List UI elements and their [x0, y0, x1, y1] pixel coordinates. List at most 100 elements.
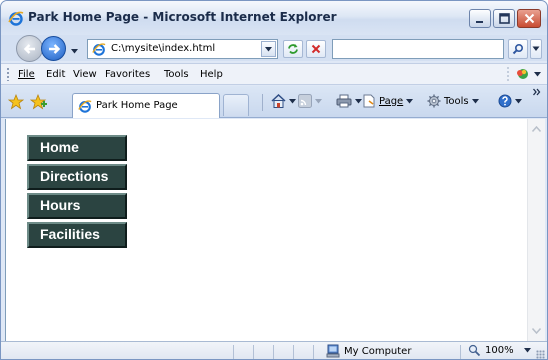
- menu-file[interactable]: File: [18, 69, 35, 80]
- gear-icon: [427, 94, 441, 108]
- tools-menu-button[interactable]: Tools: [427, 94, 479, 108]
- toolbar-overflow-button[interactable]: [533, 88, 541, 96]
- menu-favorites-label: Favorites: [105, 69, 151, 80]
- status-divider: [460, 345, 461, 359]
- tools-menu-label: Tools: [444, 95, 469, 107]
- scroll-up-button[interactable]: [529, 121, 544, 137]
- tab-label: Park Home Page: [96, 100, 178, 111]
- toolbar-divider: [262, 94, 263, 111]
- menu-tools-label: Tools: [164, 69, 189, 80]
- menu-edit-label: Edit: [46, 69, 66, 80]
- nav-directions-button[interactable]: Directions: [27, 164, 127, 190]
- rss-feed-icon: [298, 94, 312, 108]
- forward-arrow-icon: [48, 43, 60, 54]
- recent-pages-dropdown[interactable]: [71, 44, 78, 57]
- help-menu-button[interactable]: [498, 94, 522, 108]
- refresh-button[interactable]: [283, 40, 303, 58]
- title-bar[interactable]: Park Home Page - Microsoft Internet Expl…: [1, 1, 547, 35]
- new-tab-button[interactable]: [223, 94, 249, 116]
- status-divider: [273, 345, 274, 359]
- status-divider: [233, 345, 234, 359]
- window-title: Park Home Page - Microsoft Internet Expl…: [28, 10, 337, 24]
- toolbar-options[interactable]: [507, 67, 541, 81]
- status-divider: [293, 345, 294, 359]
- tab-bar: Park Home Page Page Tools: [1, 86, 547, 118]
- menu-favorites[interactable]: Favorites: [105, 69, 150, 80]
- toolbar-customize-icon: [517, 69, 528, 79]
- minimize-icon: [476, 20, 483, 23]
- search-input[interactable]: [332, 39, 504, 59]
- menu-edit[interactable]: Edit: [46, 69, 65, 80]
- print-button[interactable]: [336, 94, 362, 108]
- feeds-button[interactable]: [298, 94, 322, 108]
- address-toolbar: C:\mysite\index.html: [1, 35, 547, 62]
- chevron-down-icon: [515, 98, 522, 103]
- toolbar-grip-icon[interactable]: [7, 68, 9, 81]
- stop-icon: [311, 44, 321, 54]
- page-icon: [78, 99, 92, 116]
- zoom-level: 100%: [485, 345, 514, 356]
- vertical-scrollbar[interactable]: [527, 119, 545, 341]
- favorites-center-button[interactable]: [7, 93, 25, 113]
- maximize-icon: [498, 13, 510, 24]
- chevron-down-icon: [355, 98, 362, 103]
- resize-grip[interactable]: [536, 350, 545, 359]
- nav-facilities-button[interactable]: Facilities: [27, 222, 127, 248]
- search-options-dropdown[interactable]: [530, 39, 542, 59]
- menu-help[interactable]: Help: [200, 69, 223, 80]
- forward-button[interactable]: [41, 36, 66, 61]
- close-icon: [524, 13, 534, 24]
- chevron-down-icon: [523, 348, 531, 353]
- chevron-down-icon: [471, 98, 479, 103]
- home-icon: [271, 94, 286, 108]
- menu-file-label: File: [18, 69, 35, 80]
- status-divider: [313, 345, 314, 359]
- chevron-down-icon: [289, 98, 296, 103]
- add-favorite-icon: [29, 93, 47, 110]
- favorites-star-icon: [7, 93, 25, 110]
- menu-tools[interactable]: Tools: [164, 69, 189, 80]
- address-dropdown[interactable]: [261, 41, 276, 57]
- page-menu-button[interactable]: Page: [363, 94, 414, 108]
- menu-bar: File Edit View Favorites Tools Help: [1, 63, 547, 85]
- home-button[interactable]: [271, 94, 296, 108]
- page-menu-label: Page: [379, 95, 404, 107]
- status-divider: [253, 345, 254, 359]
- stop-button[interactable]: [306, 40, 326, 58]
- status-bar: My Computer 100%: [1, 341, 547, 359]
- page-icon: [363, 94, 375, 108]
- chevron-down-icon: [534, 71, 541, 76]
- help-icon: [498, 94, 512, 108]
- chevron-up-icon: [532, 126, 541, 132]
- back-arrow-icon: [23, 43, 35, 54]
- computer-icon: [326, 344, 340, 358]
- menu-view[interactable]: View: [73, 69, 97, 80]
- ie-logo-icon: [8, 10, 24, 26]
- maximize-button[interactable]: [493, 9, 515, 28]
- back-button[interactable]: [16, 35, 43, 62]
- zoom-control[interactable]: 100%: [468, 344, 531, 357]
- zoom-icon: [468, 344, 481, 357]
- search-icon: [512, 43, 524, 55]
- tab-park-home-page[interactable]: Park Home Page: [72, 93, 220, 118]
- add-favorite-button[interactable]: [29, 93, 48, 113]
- close-button[interactable]: [517, 9, 541, 28]
- search-button[interactable]: [508, 39, 528, 59]
- chevron-down-icon: [315, 98, 322, 103]
- nav-home-button[interactable]: Home: [27, 135, 127, 161]
- minimize-button[interactable]: [469, 9, 491, 28]
- address-input[interactable]: C:\mysite\index.html: [87, 39, 278, 59]
- site-navigation: Home Directions Hours Facilities: [27, 135, 127, 251]
- security-zone[interactable]: My Computer: [326, 344, 411, 358]
- address-url: C:\mysite\index.html: [111, 43, 216, 54]
- menu-help-label: Help: [200, 69, 223, 80]
- scroll-down-button[interactable]: [529, 323, 544, 339]
- chevron-down-icon: [71, 49, 78, 54]
- chevron-double-right-icon: [533, 88, 541, 96]
- menu-view-label: View: [73, 69, 97, 80]
- nav-hours-button[interactable]: Hours: [27, 193, 127, 219]
- chevron-down-icon: [406, 98, 414, 103]
- browser-window: Park Home Page - Microsoft Internet Expl…: [0, 0, 548, 360]
- page-content: Home Directions Hours Facilities: [5, 119, 527, 341]
- chevron-down-icon: [265, 47, 272, 52]
